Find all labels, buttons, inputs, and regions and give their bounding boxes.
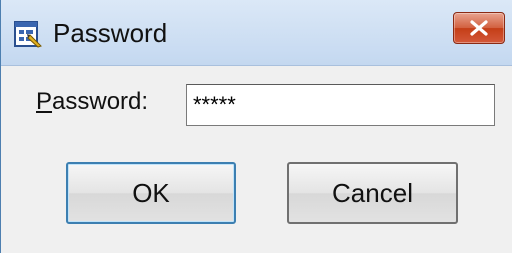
ok-button[interactable]: OK: [66, 162, 236, 224]
password-label: Password:: [36, 87, 148, 117]
cancel-button-label: Cancel: [332, 177, 413, 208]
password-label-text: assword:: [52, 88, 149, 115]
password-label-mnemonic: P: [36, 88, 53, 115]
cancel-button[interactable]: Cancel: [287, 162, 458, 224]
window-title: Password: [53, 18, 168, 48]
ok-button-label: OK: [132, 177, 170, 208]
title-bar[interactable]: Password: [1, 0, 512, 66]
dialog-body: Password: OK Cancel: [1, 66, 512, 253]
dialog-app-icon: [13, 19, 43, 49]
password-dialog: Password Password: OK Cancel: [0, 0, 512, 253]
password-input[interactable]: [186, 84, 495, 126]
close-button[interactable]: [453, 12, 505, 44]
